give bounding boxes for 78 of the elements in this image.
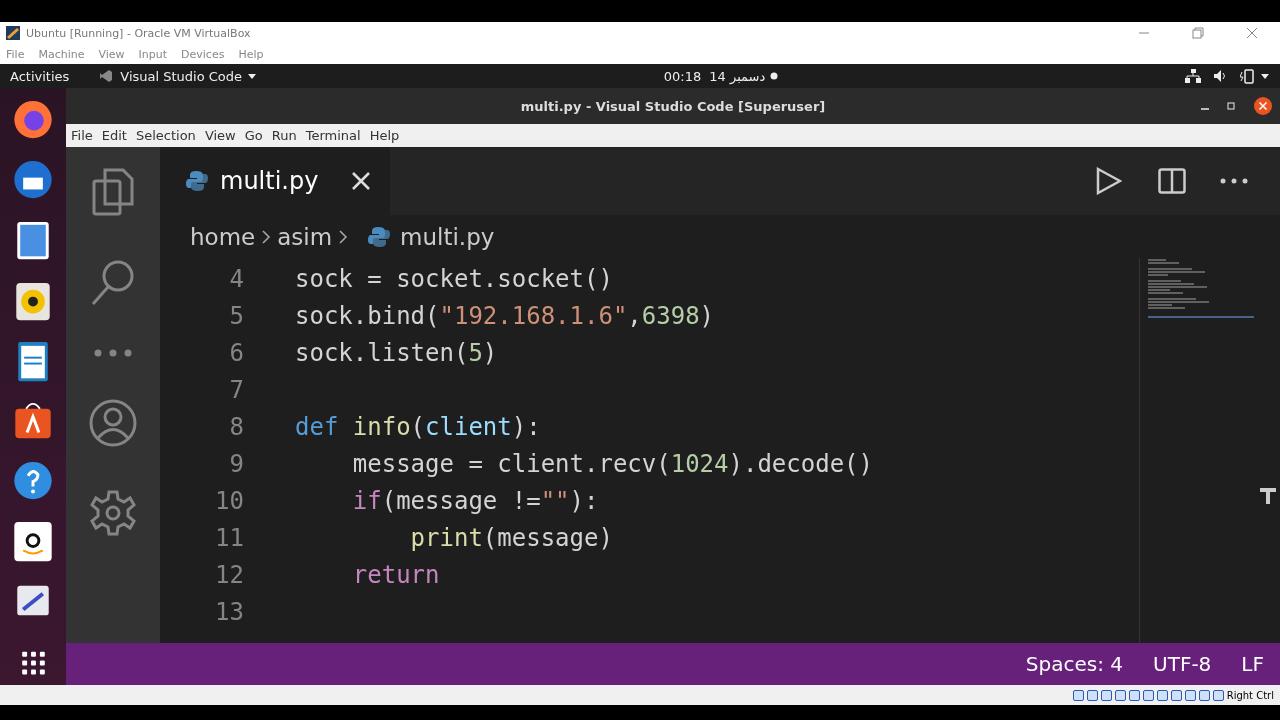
notification-dot-icon xyxy=(770,72,779,80)
settings-icon[interactable] xyxy=(89,489,137,537)
line-number: 7 xyxy=(228,375,244,404)
device-status-icon[interactable] xyxy=(1170,689,1182,701)
menu-item[interactable]: Devices xyxy=(181,47,225,61)
volume-icon[interactable] xyxy=(1213,69,1228,83)
breadcrumb-item[interactable]: multi.py xyxy=(400,223,495,250)
line-number: 9 xyxy=(228,449,244,478)
menu-item[interactable]: Help xyxy=(238,47,264,61)
device-status-icon[interactable] xyxy=(1184,689,1196,701)
code-line: sock = socket.socket() xyxy=(295,264,613,293)
window-title: multi.py - Visual Studio Code [Superuser] xyxy=(520,98,826,114)
breadcrumb-item[interactable]: asim xyxy=(277,223,333,250)
line-number: 4 xyxy=(228,264,244,293)
line-number: 5 xyxy=(228,301,244,330)
virtualbox-icon xyxy=(6,26,20,40)
editor-tab[interactable]: multi.py xyxy=(160,147,390,215)
line-number: 13 xyxy=(214,597,244,626)
line-number: 8 xyxy=(228,412,244,441)
device-status-icon[interactable] xyxy=(1156,689,1168,701)
breadcrumb-item[interactable]: home xyxy=(190,223,256,250)
menu-item[interactable]: Help xyxy=(369,128,400,143)
close-icon[interactable] xyxy=(1254,97,1272,115)
python-icon xyxy=(368,225,391,248)
line-number: 11 xyxy=(214,523,244,552)
host-key-label: Right Ctrl xyxy=(1226,689,1274,701)
line-number: 6 xyxy=(228,338,244,367)
code-line: if(message !=""): xyxy=(351,486,599,515)
caret-icon xyxy=(247,72,258,80)
code-line: return xyxy=(351,560,440,589)
device-status-icon[interactable] xyxy=(1212,689,1224,701)
chevron-icon xyxy=(261,228,272,245)
code-line: def info(client): xyxy=(295,412,541,441)
menu-item[interactable]: View xyxy=(98,47,125,61)
menu-item[interactable]: Machine xyxy=(38,47,85,61)
line-number: 12 xyxy=(214,560,244,589)
menu-item[interactable]: View xyxy=(204,128,236,143)
device-status-icon[interactable] xyxy=(1100,689,1112,701)
menu-item[interactable]: Selection xyxy=(135,128,196,143)
caret-icon[interactable] xyxy=(1260,72,1270,80)
line-number: 10 xyxy=(214,486,244,515)
app-menu[interactable]: Visual Studio Code xyxy=(120,68,243,84)
status-item[interactable]: UTF-8 xyxy=(1153,652,1212,676)
menu-item[interactable]: Terminal xyxy=(305,128,361,143)
device-status-icon[interactable] xyxy=(1086,689,1098,701)
device-status-icon[interactable] xyxy=(1128,689,1140,701)
battery-icon[interactable] xyxy=(1240,68,1254,84)
menu-item[interactable]: Edit xyxy=(101,128,127,143)
code-line: print(message) xyxy=(409,523,613,552)
menu-item[interactable]: File xyxy=(6,47,25,61)
code-line: sock.bind("192.168.1.6",6398) xyxy=(295,301,715,330)
device-status-icon[interactable] xyxy=(1072,689,1084,701)
device-status-icon[interactable] xyxy=(1198,689,1210,701)
code-line: message = client.recv(1024).decode() xyxy=(351,449,873,478)
menu-item[interactable]: Input xyxy=(138,47,168,61)
code-line: sock.listen(5) xyxy=(295,338,498,367)
run-icon[interactable] xyxy=(1096,167,1122,195)
more-icon[interactable] xyxy=(1220,178,1248,184)
menu-item[interactable]: Go xyxy=(244,128,263,143)
search-icon[interactable] xyxy=(90,259,136,307)
files-icon[interactable] xyxy=(91,167,135,217)
python-icon xyxy=(186,170,208,192)
split-editor-icon[interactable] xyxy=(1158,168,1186,194)
status-item[interactable]: LF xyxy=(1241,652,1264,676)
chevron-icon xyxy=(338,228,349,245)
device-status-icon[interactable] xyxy=(1142,689,1154,701)
scrollbar-marker-icon xyxy=(1260,488,1276,504)
window-title: Ubuntu [Running] - Oracle VM VirtualBox xyxy=(26,26,251,40)
clock[interactable]: 00:18 xyxy=(663,68,702,84)
menu-item[interactable]: File xyxy=(71,128,93,143)
date[interactable]: 14 دسمبر xyxy=(709,68,766,84)
status-item[interactable]: Spaces: 4 xyxy=(1025,652,1124,676)
activities-button[interactable]: Activities xyxy=(10,68,70,84)
network-icon[interactable] xyxy=(1185,69,1201,83)
restore-icon[interactable] xyxy=(1226,101,1236,111)
menu-item[interactable]: Run xyxy=(271,128,297,143)
account-icon[interactable] xyxy=(89,399,137,447)
device-status-icon[interactable] xyxy=(1114,689,1126,701)
